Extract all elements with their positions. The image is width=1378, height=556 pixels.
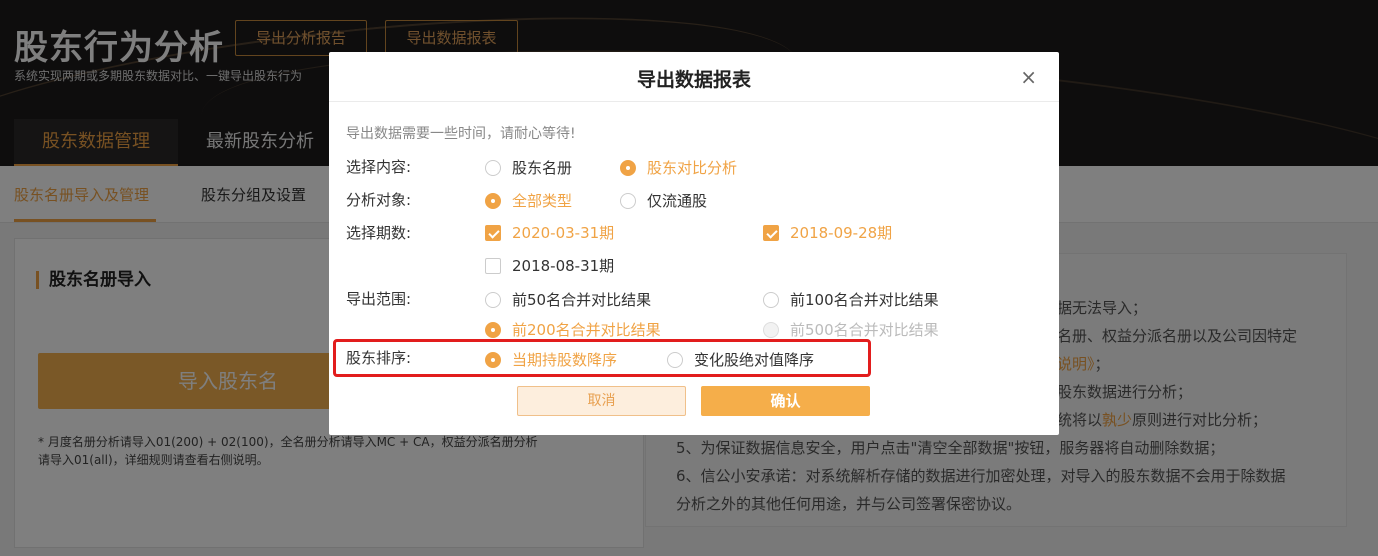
radio-float-shares[interactable]: 仅流通股 [620,190,707,211]
cancel-button[interactable]: 取消 [517,386,686,416]
radio-shareholder-comparison[interactable]: 股东对比分析 [620,157,737,178]
export-data-dialog: 导出数据报表 × 导出数据需要一些时间，请耐心等待! 选择内容: 股东名册 股东… [329,52,1059,435]
radio-sort-change-abs[interactable]: 变化股绝对值降序 [667,349,814,370]
checkbox-period-3[interactable]: 2018-08-31期 [485,255,614,276]
close-icon[interactable]: × [1020,65,1037,89]
checkbox-icon [763,224,779,241]
dialog-header: 导出数据报表 × [329,52,1059,102]
radio-icon [485,192,501,209]
label-target: 分析对象: [346,191,412,209]
radio-top-100[interactable]: 前100名合并对比结果 [763,289,939,310]
radio-icon [620,192,636,209]
radio-top-50[interactable]: 前50名合并对比结果 [485,289,651,310]
checkbox-icon [485,257,501,274]
checkbox-icon [485,224,501,241]
radio-icon [485,159,501,176]
checkbox-period-2[interactable]: 2018-09-28期 [763,222,892,243]
radio-sort-current-holding[interactable]: 当期持股数降序 [485,349,617,370]
radio-icon [485,291,501,308]
dialog-hint: 导出数据需要一些时间，请耐心等待! [346,126,576,142]
radio-icon [485,351,501,368]
radio-icon [667,351,683,368]
radio-icon [763,321,779,338]
label-periods: 选择期数: [346,224,412,242]
radio-top-500: 前500名合并对比结果 [763,319,939,340]
radio-all-types[interactable]: 全部类型 [485,190,572,211]
confirm-button[interactable]: 确认 [701,386,870,416]
radio-shareholder-register[interactable]: 股东名册 [485,157,572,178]
label-range: 导出范围: [346,290,412,308]
dialog-title: 导出数据报表 [636,69,751,91]
checkbox-period-1[interactable]: 2020-03-31期 [485,222,614,243]
radio-icon [763,291,779,308]
radio-top-200[interactable]: 前200名合并对比结果 [485,319,661,340]
radio-icon [485,321,501,338]
radio-icon [620,159,636,176]
label-content: 选择内容: [346,158,412,176]
label-sort: 股东排序: [346,349,412,367]
